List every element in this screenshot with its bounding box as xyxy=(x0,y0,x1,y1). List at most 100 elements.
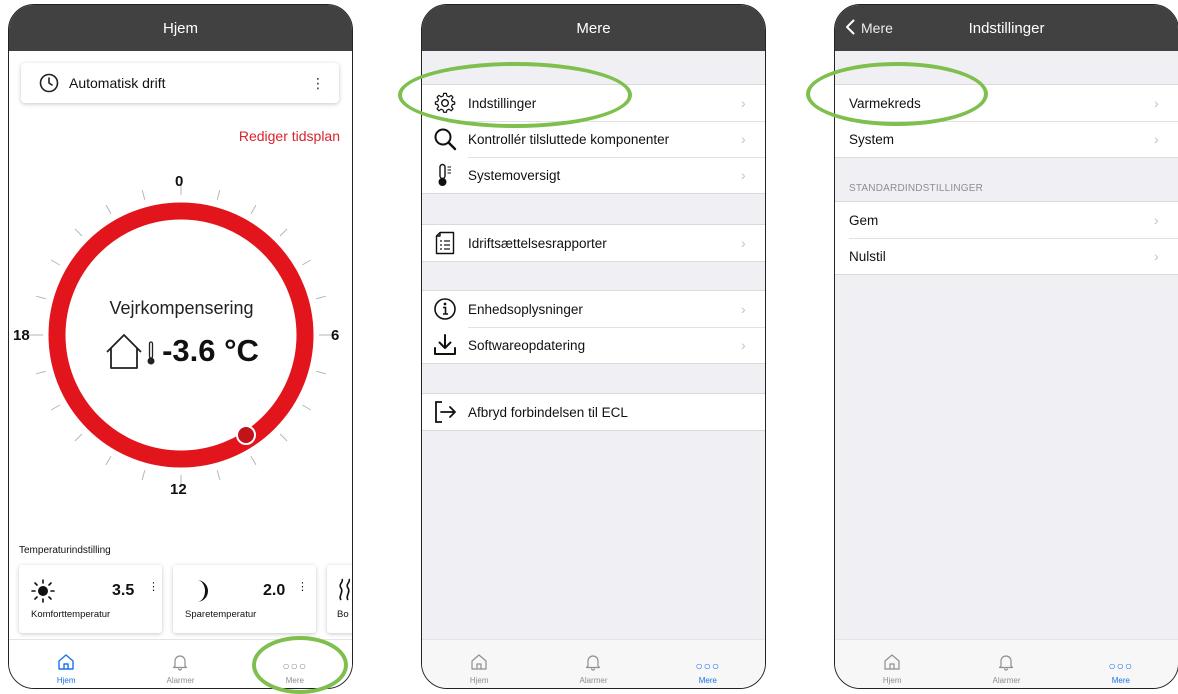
temperature-value: -3.6 °C xyxy=(162,333,259,368)
kebab-menu-icon[interactable]: ⋮ xyxy=(311,76,325,90)
chevron-right-icon: › xyxy=(741,301,746,317)
highlight-ring xyxy=(252,636,348,694)
comfort-temperature-value: 3.5 xyxy=(112,582,135,599)
tab-label: Hjem xyxy=(56,676,76,685)
saving-temperature-card[interactable]: 2.0 ⋮ Sparetemperatur xyxy=(173,565,316,633)
menu-item-disconnect[interactable]: Afbryd forbindelsen til ECL xyxy=(422,394,765,430)
dial-tick xyxy=(141,189,146,200)
menu-item-label: Softwareopdatering xyxy=(468,337,586,353)
menu-item-label: System xyxy=(849,131,895,147)
dial-tick xyxy=(250,455,257,466)
menu-item-device-info[interactable]: Enhedsoplysninger › xyxy=(422,291,765,327)
dial-tick xyxy=(279,433,288,442)
comfort-temperature-card[interactable]: 3.5 ⋮ Komforttemperatur xyxy=(19,565,162,633)
saving-temperature-label: Sparetemperatur xyxy=(185,609,257,620)
tab-home[interactable]: Hjem xyxy=(835,640,949,688)
tab-home[interactable]: Hjem xyxy=(9,640,123,688)
page-title: Hjem xyxy=(162,19,198,37)
chevron-right-icon: › xyxy=(741,337,746,353)
chevron-left-icon xyxy=(845,19,855,38)
bell-icon xyxy=(997,653,1015,676)
tab-label: Alarmer xyxy=(992,676,1021,685)
menu-item-label: Nulstil xyxy=(849,248,886,264)
tab-label: Mere xyxy=(698,676,717,685)
tab-more[interactable]: ○○○ Mere xyxy=(1064,640,1178,688)
report-icon xyxy=(422,231,468,255)
menu-item-label: Idriftsættelsesrapporter xyxy=(468,235,607,251)
kebab-menu-icon[interactable]: ⋮ xyxy=(297,582,308,593)
logout-icon xyxy=(422,400,468,424)
edit-schedule-link[interactable]: Rediger tidsplan xyxy=(239,128,340,144)
bell-icon xyxy=(171,653,189,676)
chevron-right-icon: › xyxy=(741,235,746,251)
menu-item-check-components[interactable]: Kontrollér tilsluttede komponenter › xyxy=(422,121,765,157)
tab-more[interactable]: ○○○ Mere xyxy=(651,640,765,688)
menu-item-save[interactable]: Gem › xyxy=(835,202,1178,238)
mode-label: Automatisk drift xyxy=(69,75,166,91)
settings-group-2: Gem › Nulstil › xyxy=(835,201,1178,275)
menu-group-4: Afbryd forbindelsen til ECL xyxy=(422,393,765,431)
comfort-temperature-label: Komforttemperatur xyxy=(31,609,111,620)
thermometer-icon xyxy=(422,163,468,187)
tab-label: Hjem xyxy=(469,676,489,685)
chevron-right-icon: › xyxy=(741,131,746,147)
dial-tick xyxy=(279,228,288,237)
bell-icon xyxy=(584,653,602,676)
tick-label-bottom: 12 xyxy=(170,481,187,498)
tab-alarms[interactable]: Alarmer xyxy=(123,640,237,688)
dial-tick xyxy=(74,228,83,237)
heat-waves-icon xyxy=(337,578,352,607)
house-icon xyxy=(104,331,144,371)
home-icon xyxy=(470,653,488,676)
page-title: Mere xyxy=(576,19,611,37)
mode-card[interactable]: Automatisk drift ⋮ xyxy=(21,63,339,103)
dial-tick xyxy=(50,259,61,266)
home-icon xyxy=(57,653,75,676)
dial-tick xyxy=(316,370,327,375)
home-icon xyxy=(883,653,901,676)
moon-icon xyxy=(189,579,211,608)
kebab-menu-icon[interactable]: ⋮ xyxy=(148,582,159,593)
menu-item-system[interactable]: System › xyxy=(835,121,1178,157)
dial-tick xyxy=(74,433,83,442)
dial-tick xyxy=(105,455,112,466)
chevron-right-icon: › xyxy=(1154,212,1159,228)
search-icon xyxy=(422,127,468,151)
dial-tick xyxy=(301,259,312,266)
chevron-right-icon: › xyxy=(741,95,746,111)
tab-label: Alarmer xyxy=(166,676,195,685)
back-button[interactable]: Mere xyxy=(845,5,893,51)
dial-handle[interactable] xyxy=(236,425,256,445)
highlight-ring xyxy=(398,62,632,128)
chevron-right-icon: › xyxy=(1154,248,1159,264)
back-label: Mere xyxy=(861,20,893,36)
info-icon xyxy=(422,297,468,321)
menu-item-label: Kontrollér tilsluttede komponenter xyxy=(468,131,670,147)
menu-group-2: Idriftsættelsesrapporter › xyxy=(422,224,765,262)
sun-icon xyxy=(31,579,55,608)
dial-tick xyxy=(216,189,221,200)
menu-item-commissioning-reports[interactable]: Idriftsættelsesrapporter › xyxy=(422,225,765,261)
menu-item-reset[interactable]: Nulstil › xyxy=(835,238,1178,274)
page-title: Indstillinger xyxy=(968,19,1045,37)
menu-item-software-update[interactable]: Softwareopdatering › xyxy=(422,327,765,363)
outdoor-temperature: -3.6 °C xyxy=(9,331,352,371)
nav-bar: Mere Indstillinger xyxy=(835,5,1178,51)
more-icon: ○○○ xyxy=(695,659,721,673)
dial-title: Vejrkompensering xyxy=(109,298,254,318)
more-icon: ○○○ xyxy=(1108,659,1134,673)
menu-item-label: Gem xyxy=(849,212,879,228)
clock-icon xyxy=(39,73,59,93)
tab-alarms[interactable]: Alarmer xyxy=(949,640,1063,688)
menu-item-system-overview[interactable]: Systemoversigt › xyxy=(422,157,765,193)
third-temperature-card[interactable]: Bo xyxy=(327,565,352,633)
tab-home[interactable]: Hjem xyxy=(422,640,536,688)
dial-tick xyxy=(250,204,257,215)
chevron-right-icon: › xyxy=(1154,131,1159,147)
saving-temperature-value: 2.0 xyxy=(263,582,286,599)
dial-tick xyxy=(141,470,146,481)
dial-tick xyxy=(301,404,312,411)
dial-tick xyxy=(35,370,46,375)
thermometer-small-icon xyxy=(146,336,156,366)
tab-alarms[interactable]: Alarmer xyxy=(536,640,650,688)
